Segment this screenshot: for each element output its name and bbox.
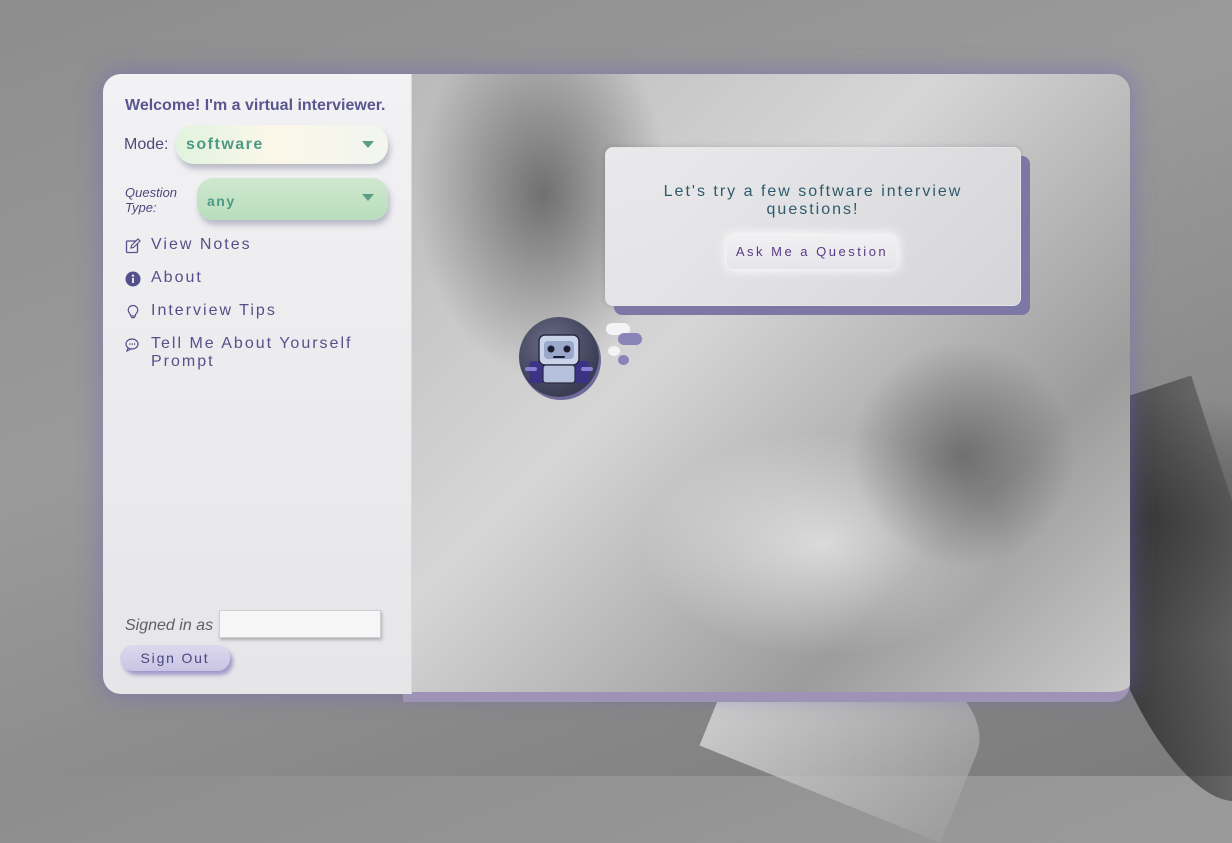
chevron-down-icon <box>362 194 374 201</box>
sign-out-button[interactable]: Sign Out <box>120 645 230 671</box>
mode-label: Mode: <box>124 136 169 153</box>
sidebar-item-label: Tell Me About Yourself Prompt <box>151 335 353 370</box>
mode-select-value: software <box>186 136 264 153</box>
mode-select[interactable]: software <box>176 125 388 164</box>
signed-in-user-field <box>219 610 381 638</box>
chevron-down-icon <box>362 141 374 148</box>
thought-bubble <box>618 333 642 345</box>
chat-bubbles-icon <box>125 338 139 353</box>
sidebar-item-tell-me-about-yourself[interactable]: Tell Me About Yourself Prompt <box>125 335 395 371</box>
robot-avatar <box>519 317 599 397</box>
thought-bubble <box>618 355 629 365</box>
lightbulb-icon <box>127 304 139 319</box>
question-card: Let's try a few software interview quest… <box>605 147 1021 306</box>
sidebar-item-label: View Notes <box>151 236 252 253</box>
signed-in-label: Signed in as <box>125 617 214 634</box>
thought-bubble <box>608 346 620 356</box>
welcome-text: Welcome! I'm a virtual interviewer. <box>125 97 386 114</box>
sidebar-item-about[interactable]: About <box>125 269 395 287</box>
question-type-label: Question Type: <box>125 185 178 215</box>
info-icon <box>125 271 141 287</box>
sidebar: Welcome! I'm a virtual interviewer. Mode… <box>103 74 412 694</box>
sidebar-item-view-notes[interactable]: View Notes <box>125 236 395 254</box>
question-type-select[interactable]: any <box>197 178 388 220</box>
sidebar-item-label: About <box>151 269 203 286</box>
edit-icon <box>125 238 141 254</box>
sidebar-item-label: Interview Tips <box>151 302 277 319</box>
sidebar-item-interview-tips[interactable]: Interview Tips <box>125 302 395 320</box>
robot-icon <box>525 334 593 384</box>
ask-question-button[interactable]: Ask Me a Question <box>727 235 897 269</box>
sidebar-menu: View Notes About Interview Tips Tell Me … <box>125 236 395 386</box>
question-type-value: any <box>207 193 236 209</box>
prompt-text: Let's try a few software interview quest… <box>663 183 963 218</box>
